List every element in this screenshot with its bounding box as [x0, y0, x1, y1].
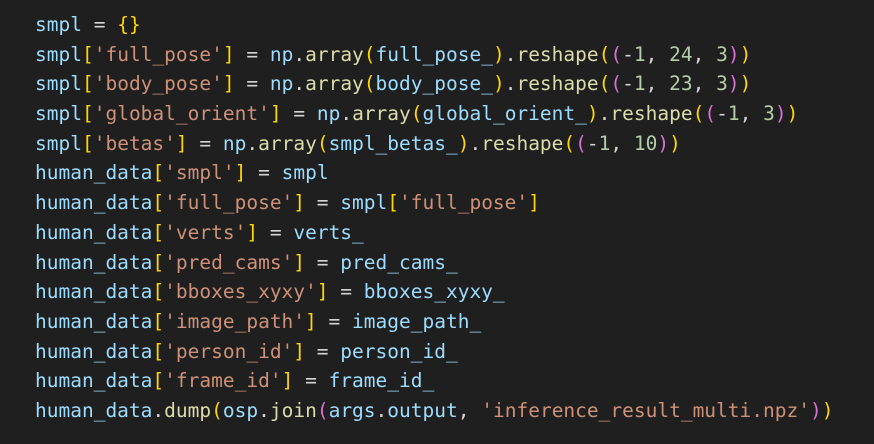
code-line: human_data['verts'] = verts_ — [35, 220, 364, 244]
code-line: smpl = {} — [35, 13, 141, 36]
code-editor[interactable]: smpl = {} smpl['full_pose'] = np.array(f… — [0, 0, 874, 444]
code-line: human_data['smpl'] = smpl — [35, 161, 329, 185]
code-line: smpl['betas'] = np.array(smpl_betas_).re… — [35, 131, 681, 155]
code-line: human_data['bboxes_xyxy'] = bboxes_xyxy_ — [35, 280, 505, 304]
code-line: human_data.dump(osp.join(args.output, 'i… — [35, 398, 834, 422]
code-line: smpl['body_pose'] = np.array(body_pose_)… — [35, 72, 752, 96]
code-line: human_data['person_id'] = person_id_ — [35, 339, 458, 363]
code-line: human_data['pred_cams'] = pred_cams_ — [35, 250, 458, 274]
code-line: human_data['frame_id'] = frame_id_ — [35, 369, 435, 393]
code-line: smpl['global_orient'] = np.array(global_… — [35, 102, 799, 126]
code-line: smpl['full_pose'] = np.array(full_pose_)… — [35, 42, 752, 66]
code-line: human_data['full_pose'] = smpl['full_pos… — [35, 191, 540, 215]
code-block: smpl = {} smpl['full_pose'] = np.array(f… — [35, 10, 833, 426]
code-line: human_data['image_path'] = image_path_ — [35, 309, 482, 333]
